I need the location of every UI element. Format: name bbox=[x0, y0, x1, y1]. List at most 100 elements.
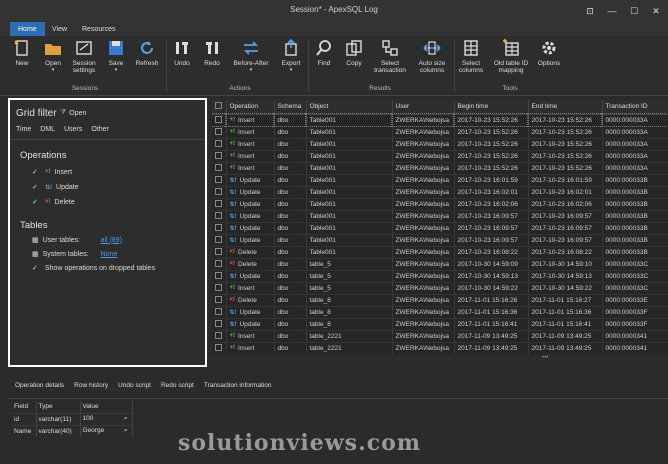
filter-tab-time[interactable]: Time bbox=[16, 126, 31, 133]
table-row[interactable]: id varchar(11) 100 ⌕ bbox=[12, 412, 133, 425]
row-checkbox[interactable] bbox=[212, 210, 227, 223]
export-button[interactable]: Export ▾ bbox=[276, 38, 306, 80]
table-row[interactable]: ⇅! Update dbo Table001 ZWERKA\Nebojsa 2017-10… bbox=[212, 222, 668, 235]
row-checkbox[interactable] bbox=[212, 222, 227, 235]
filter-open-button[interactable]: ⧩ Open bbox=[60, 109, 86, 117]
row-checkbox[interactable] bbox=[212, 270, 227, 283]
row-checkbox[interactable] bbox=[212, 126, 227, 139]
table-row[interactable]: Name varchar(40) George ⌕ bbox=[12, 424, 133, 437]
old-table-id-mapping-button[interactable]: Old table ID mapping bbox=[490, 38, 532, 80]
table-row[interactable]: +! Insert dbo Table001 ZWERKA\Nebojsa 2017-10… bbox=[212, 126, 668, 139]
filter-tab-other[interactable]: Other bbox=[91, 126, 109, 133]
search-icon[interactable]: ⌕ bbox=[124, 427, 132, 435]
table-row[interactable]: ⇅! Update dbo Table001 ZWERKA\Nebojsa 2017-10… bbox=[212, 198, 668, 211]
operation-update-filter[interactable]: ✓ ⇅! Update bbox=[32, 183, 79, 192]
row-checkbox[interactable] bbox=[212, 198, 227, 211]
table-row[interactable]: ×! Delete dbo table_8 ZWERKA\Nebojsa 2017-11-… bbox=[212, 294, 668, 307]
row-checkbox[interactable] bbox=[212, 258, 227, 271]
operation-delete-filter[interactable]: ✓ ×! Delete bbox=[32, 198, 75, 207]
table-row[interactable]: +! Insert dbo Table001 ZWERKA\Nebojsa 2017-10… bbox=[212, 138, 668, 151]
tab-redo-script[interactable]: Redo script bbox=[161, 382, 194, 396]
before-after-button[interactable]: Before-After ▾ bbox=[228, 38, 274, 80]
tab-transaction-information[interactable]: Transaction information bbox=[204, 382, 272, 396]
row-checkbox[interactable] bbox=[212, 330, 227, 343]
table-row[interactable]: +! Insert dbo table_5 ZWERKA\Nebojsa 2017-10-… bbox=[212, 282, 668, 295]
tab-home[interactable]: Home bbox=[10, 22, 45, 36]
copy-button[interactable]: Copy bbox=[340, 38, 368, 80]
tab-resources[interactable]: Resources bbox=[74, 22, 123, 36]
horizontal-scrollbar[interactable]: ••• bbox=[212, 355, 668, 363]
row-checkbox[interactable] bbox=[212, 246, 227, 259]
details-header-type: Type bbox=[36, 401, 81, 413]
column-header-transaction-id[interactable]: Transaction ID bbox=[602, 100, 668, 115]
auto-size-columns-button[interactable]: Auto size columns bbox=[412, 38, 452, 80]
splitter-handle[interactable]: ••• bbox=[542, 355, 548, 361]
checkmark-icon[interactable]: ✓ bbox=[32, 264, 41, 272]
show-dropped-tables-option[interactable]: ✓ Show operations on dropped tables bbox=[32, 264, 155, 273]
column-header-operation[interactable]: Operation bbox=[226, 100, 275, 115]
row-checkbox[interactable] bbox=[212, 174, 227, 187]
minimize-icon[interactable]: — bbox=[604, 3, 620, 19]
operation-insert-filter[interactable]: ✓ +! Insert bbox=[32, 168, 72, 177]
table-row[interactable]: +! Insert dbo Table001 ZWERKA\Nebojsa 2017-10… bbox=[212, 162, 668, 175]
filter-tab-dml[interactable]: DML bbox=[40, 126, 55, 133]
row-checkbox[interactable] bbox=[212, 234, 227, 247]
undo-button[interactable]: Undo bbox=[168, 38, 196, 80]
column-header-end-time[interactable]: End time bbox=[528, 100, 603, 115]
row-checkbox[interactable] bbox=[212, 162, 227, 175]
row-checkbox[interactable] bbox=[212, 282, 227, 295]
tab-undo-script[interactable]: Undo script bbox=[118, 382, 151, 396]
session-settings-button[interactable]: Session settings bbox=[68, 38, 100, 80]
select-all-checkbox[interactable] bbox=[212, 100, 227, 115]
open-button[interactable]: Open ▾ bbox=[38, 38, 68, 80]
table-row[interactable]: +! Insert dbo table_2221 ZWERKA\Nebojsa 2017-… bbox=[212, 342, 668, 354]
table-row[interactable]: ⇅! Update dbo Table001 ZWERKA\Nebojsa 2017-10… bbox=[212, 234, 668, 247]
tab-view[interactable]: View bbox=[44, 22, 75, 36]
row-checkbox[interactable] bbox=[212, 113, 227, 127]
table-row[interactable]: ×! Delete dbo Table001 ZWERKA\Nebojsa 2017-10… bbox=[212, 246, 668, 259]
row-checkbox[interactable] bbox=[212, 138, 227, 151]
select-transaction-button[interactable]: Select transaction bbox=[370, 38, 410, 80]
pin-icon[interactable]: ⊡ bbox=[582, 3, 598, 19]
tab-row-history[interactable]: Row history bbox=[74, 382, 108, 396]
row-checkbox[interactable] bbox=[212, 150, 227, 163]
close-icon[interactable]: ✕ bbox=[648, 3, 664, 19]
table-row[interactable]: ×! Delete dbo table_5 ZWERKA\Nebojsa 2017-10-… bbox=[212, 258, 668, 271]
row-checkbox[interactable] bbox=[212, 318, 227, 331]
table-row[interactable]: ⇅! Update dbo table_8 ZWERKA\Nebojsa 2017-11-… bbox=[212, 306, 668, 319]
tab-operation-details[interactable]: Operation details bbox=[15, 382, 64, 396]
schema-cell: dbo bbox=[274, 318, 307, 331]
table-row[interactable]: ⇅! Update dbo Table001 ZWERKA\Nebojsa 2017-10… bbox=[212, 210, 668, 223]
checkmark-icon[interactable]: ✓ bbox=[32, 183, 41, 191]
save-button[interactable]: Save ▾ bbox=[102, 38, 130, 80]
options-button[interactable]: Options bbox=[534, 38, 564, 80]
refresh-button[interactable]: Refresh bbox=[132, 38, 162, 80]
table-row[interactable]: +! Insert dbo table_2221 ZWERKA\Nebojsa 2017-… bbox=[212, 330, 668, 343]
find-button[interactable]: Find bbox=[310, 38, 338, 80]
table-row[interactable]: ⇅! Update dbo Table001 ZWERKA\Nebojsa 2017-10… bbox=[212, 186, 668, 199]
system-tables-link[interactable]: None bbox=[101, 251, 118, 258]
maximize-icon[interactable]: ☐ bbox=[626, 3, 642, 19]
table-row[interactable]: ⇅! Update dbo table_8 ZWERKA\Nebojsa 2017-11-… bbox=[212, 318, 668, 331]
row-checkbox[interactable] bbox=[212, 306, 227, 319]
redo-button[interactable]: Redo bbox=[198, 38, 226, 80]
column-header-object[interactable]: Object bbox=[306, 100, 393, 115]
begin-time-cell: 2017-10-23 16:09:57 bbox=[454, 222, 529, 235]
checkmark-icon[interactable]: ✓ bbox=[32, 168, 41, 176]
row-checkbox[interactable] bbox=[212, 294, 227, 307]
table-row[interactable]: ⇅! Update dbo Table001 ZWERKA\Nebojsa 2017-10… bbox=[212, 174, 668, 187]
checkmark-icon[interactable]: ✓ bbox=[32, 198, 41, 206]
column-header-begin-time[interactable]: Begin time bbox=[454, 100, 529, 115]
search-icon[interactable]: ⌕ bbox=[124, 415, 132, 423]
table-row[interactable]: +! Insert dbo Table001 ZWERKA\Nebojsa 2017-10… bbox=[212, 113, 668, 127]
column-header-user[interactable]: User bbox=[392, 100, 455, 115]
filter-tab-users[interactable]: Users bbox=[64, 126, 82, 133]
row-checkbox[interactable] bbox=[212, 186, 227, 199]
new-button[interactable]: New bbox=[8, 38, 36, 80]
row-checkbox[interactable] bbox=[212, 342, 227, 354]
select-columns-button[interactable]: Select columns bbox=[456, 38, 486, 80]
table-row[interactable]: +! Insert dbo Table001 ZWERKA\Nebojsa 2017-10… bbox=[212, 150, 668, 163]
table-row[interactable]: ⇅! Update dbo table_5 ZWERKA\Nebojsa 2017-10-… bbox=[212, 270, 668, 283]
column-header-schema[interactable]: Schema bbox=[274, 100, 307, 115]
user-tables-link[interactable]: all (89) bbox=[101, 237, 122, 244]
